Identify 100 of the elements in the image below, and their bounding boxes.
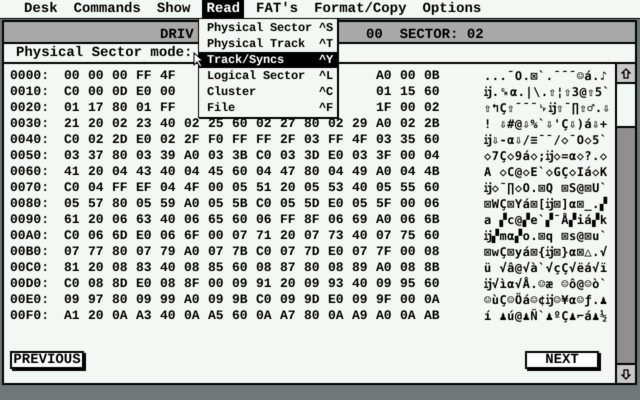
hex-byte: 02	[160, 132, 176, 147]
menu-item-label: Cluster	[207, 84, 256, 100]
hex-byte: E0	[136, 84, 152, 99]
hex-byte: 85	[208, 260, 224, 275]
hex-byte: 79	[160, 244, 176, 259]
hex-byte: A0	[376, 212, 392, 227]
offset-label: 0000:	[10, 67, 50, 86]
hex-byte: 09	[136, 292, 152, 307]
hex-byte: 20	[280, 276, 296, 291]
hex-byte: 0A	[400, 308, 416, 323]
hex-byte: 03	[136, 148, 152, 163]
hex-byte: 8B	[424, 260, 440, 275]
hex-byte: 0B	[424, 68, 440, 83]
hex-byte: 57	[88, 196, 104, 211]
hex-byte: 08	[160, 276, 176, 291]
hex-byte: 05	[64, 196, 80, 211]
hex-byte: 89	[352, 260, 368, 275]
hex-byte: 4B	[424, 164, 440, 179]
hex-byte: 0A	[184, 308, 200, 323]
hex-byte: 06	[112, 212, 128, 227]
hex-byte: 03	[64, 148, 80, 163]
hex-byte: 23	[136, 116, 152, 131]
hex-byte: 93	[328, 276, 344, 291]
hex-byte: 81	[64, 260, 80, 275]
ascii-text: ĳ▞mα▞o.⊠q ⊠s@⊠u`	[484, 228, 608, 245]
offset-label: 0070:	[10, 179, 50, 198]
hex-byte: 80	[112, 292, 128, 307]
hex-byte: A0	[376, 68, 392, 83]
hex-byte: AB	[424, 308, 440, 323]
hex-byte: 51	[256, 180, 272, 195]
hex-byte: 20	[88, 260, 104, 275]
hex-byte: 02	[88, 132, 104, 147]
hex-byte: A0	[376, 164, 392, 179]
hex-byte: 04	[256, 164, 272, 179]
hex-byte: 59	[160, 196, 176, 211]
hex-byte: E0	[136, 228, 152, 243]
hex-byte: 99	[160, 292, 176, 307]
hex-byte: 63	[136, 212, 152, 227]
ascii-text: ☺ùÇ☺Öá☺¢ĳ☺¥α☺ƒ.♟	[484, 292, 608, 308]
ascii-text: A ◇C@◇E`◇GÇ◇Iá◇K	[484, 164, 608, 181]
ascii-text: ...¯O.⊠`.¯¯¯☺á.♪	[484, 68, 608, 85]
hex-byte: 00	[88, 84, 104, 99]
hex-byte: 65	[208, 212, 224, 227]
offset-label: 00A0:	[10, 227, 50, 246]
hex-byte: 43	[136, 164, 152, 179]
hex-byte: 03	[208, 148, 224, 163]
hex-byte: 09	[208, 292, 224, 307]
hex-byte: 39	[160, 148, 176, 163]
hex-byte: 71	[256, 228, 272, 243]
hex-byte: 04	[400, 164, 416, 179]
hex-byte: 01	[376, 84, 392, 99]
menu-item-label: File	[207, 100, 236, 116]
hex-byte: 49	[352, 164, 368, 179]
hex-byte: 55	[400, 180, 416, 195]
hex-byte: 09	[64, 292, 80, 307]
hex-byte: 29	[352, 116, 368, 131]
ascii-text: ⇧↰Ç⇧¯¯¯␊ĳ⇧¯∏⇧♂.⇩	[484, 100, 610, 117]
hex-byte: 06	[88, 228, 104, 243]
hex-byte: 07	[304, 228, 320, 243]
hex-byte: 02	[184, 116, 200, 131]
hex-byte: 60	[232, 308, 248, 323]
hex-byte: 06	[256, 212, 272, 227]
hex-byte: 00	[400, 292, 416, 307]
hex-byte: 05	[208, 196, 224, 211]
hex-byte: 0A	[256, 308, 272, 323]
hex-byte: 37	[88, 148, 104, 163]
offset-label: 0030:	[10, 115, 50, 134]
hex-byte: A0	[184, 292, 200, 307]
hex-byte: 09	[280, 292, 296, 307]
hex-byte: 20	[280, 180, 296, 195]
hex-byte: 07	[352, 244, 368, 259]
hex-byte: 09	[376, 276, 392, 291]
hex-byte: A0	[184, 196, 200, 211]
window-title: 00 SECTOR: 02	[366, 26, 484, 45]
hex-byte: C0	[64, 132, 80, 147]
hex-byte: E0	[328, 148, 344, 163]
hex-byte: E0	[328, 292, 344, 307]
hex-byte: FF	[160, 100, 176, 115]
hex-byte: 75	[400, 228, 416, 243]
hex-byte: 06	[400, 212, 416, 227]
hex-byte: 60	[424, 276, 440, 291]
hex-byte: 07	[232, 228, 248, 243]
hex-byte: 47	[280, 164, 296, 179]
hex-byte: 00	[208, 180, 224, 195]
hex-byte: 60	[232, 212, 248, 227]
hex-byte: 35	[400, 132, 416, 147]
hex-byte: 17	[88, 100, 104, 115]
hex-byte: 95	[400, 276, 416, 291]
hex-byte: 40	[160, 260, 176, 275]
hex-byte: 01	[64, 100, 80, 115]
offset-label: 00B0:	[10, 243, 50, 262]
hex-byte: 60	[424, 132, 440, 147]
hex-byte: 40	[352, 228, 368, 243]
hex-byte: 02	[400, 116, 416, 131]
hex-byte: 9D	[304, 292, 320, 307]
ascii-text: ! ⇩#@⇩%`⇩'Ç⇩)á⇩+	[484, 116, 608, 133]
hex-byte: 80	[304, 308, 320, 323]
hex-byte: 20	[88, 212, 104, 227]
hex-byte: 80	[304, 260, 320, 275]
hex-byte: 40	[160, 212, 176, 227]
